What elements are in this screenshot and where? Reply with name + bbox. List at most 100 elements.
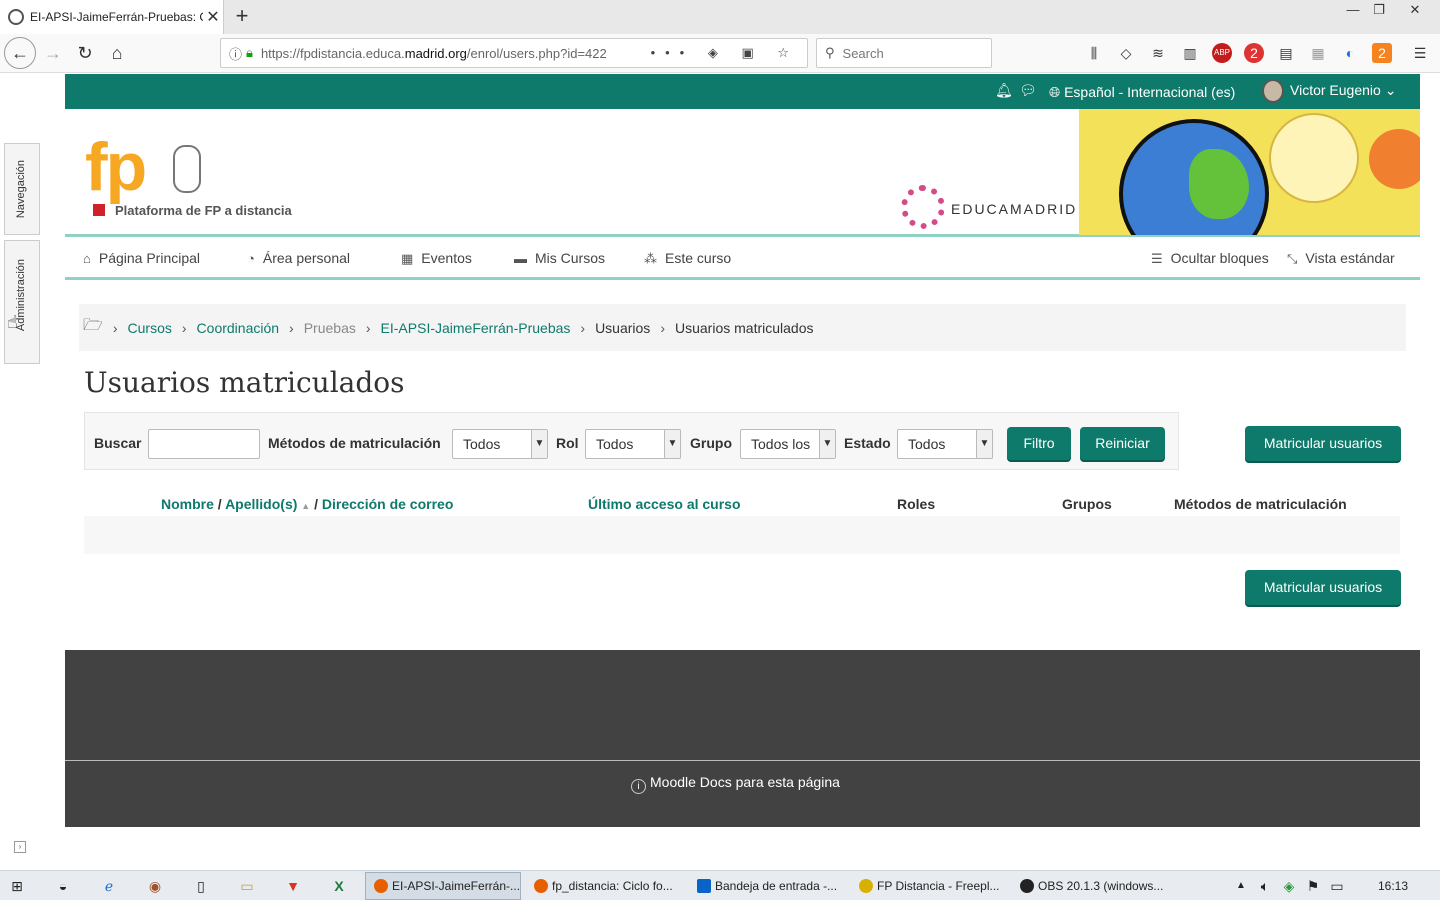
pocket-icon[interactable]: ◇ [1116, 43, 1136, 63]
sort-by-last-access-link[interactable]: Último acceso al curso [588, 496, 741, 512]
layers-icon[interactable]: ≋ [1148, 43, 1168, 63]
task-view-icon[interactable]: ◒ [52, 875, 74, 897]
page-title: Usuarios matriculados [84, 366, 405, 399]
status-select[interactable]: Todos ▼ [897, 429, 993, 459]
window-close-button[interactable]: ✕ [1398, 0, 1432, 22]
address-bar[interactable]: ⓘ 🔒︎ https://fpdistancia.educa.madrid.or… [220, 38, 808, 68]
browser-tab-active[interactable]: EI-APSI-JaimeFerrán-Pruebas: C ✕ [0, 0, 224, 34]
page-actions-icon[interactable]: ••• ◈ ▣ ☆ [651, 45, 807, 61]
bell-icon[interactable]: 🔔︎ [995, 82, 1013, 99]
breadcrumb-separator: › [112, 319, 118, 336]
taskbar-task-freeplane[interactable]: FP Distancia - Freepl... [850, 872, 1006, 900]
taskbar-clock[interactable]: 16:13 [1378, 879, 1408, 893]
nav-home[interactable]: ⌂ Página Principal [83, 250, 200, 266]
nav-my-courses[interactable]: ▬ Mis Cursos [514, 250, 605, 266]
flag-icon[interactable]: ⚑ [1302, 875, 1324, 897]
file-explorer-icon[interactable]: ▭ [236, 875, 258, 897]
navigation-drawer-tab[interactable]: Navegación [4, 143, 40, 235]
tray-expand-icon[interactable]: ▲ [1230, 875, 1252, 897]
vivaldi-icon[interactable]: ▼ [282, 875, 304, 897]
page-footer: i Moodle Docs para esta página [65, 650, 1420, 827]
briefcase-icon: ▬ [514, 251, 527, 266]
user-menu[interactable]: Victor Eugenio ⌄ [1290, 82, 1396, 99]
folder-open-icon[interactable]: 🗁︎ [83, 314, 103, 341]
info-circle-icon: i [631, 779, 646, 794]
internet-explorer-icon[interactable]: ℯ [98, 875, 120, 897]
hamburger-menu-icon[interactable]: ☰ [1410, 43, 1430, 63]
chrome-sync-icon[interactable]: ◐ [1340, 43, 1360, 63]
file-icon[interactable]: ▯ [190, 875, 212, 897]
notification-extension-icon[interactable]: 2 [1372, 43, 1392, 63]
network-icon[interactable]: ▭ [1326, 875, 1348, 897]
group-select[interactable]: Todos los ▼ [740, 429, 836, 459]
language-selector[interactable]: 🌐︎ Español - Internacional (es) [1049, 84, 1235, 101]
breadcrumb-cursos[interactable]: Cursos [128, 320, 172, 336]
breadcrumb-current: Usuarios matriculados [674, 319, 814, 336]
footer-divider [65, 760, 1420, 761]
extension-badge-icon[interactable]: 2 [1244, 43, 1264, 63]
chat-icon[interactable]: 💬︎ [1019, 82, 1037, 99]
taskbar-task-firefox-fp[interactable]: fp_distancia: Ciclo fo... [525, 872, 681, 900]
taskbar-task-firefox-moodle[interactable]: EI-APSI-JaimeFerrán-... [365, 872, 521, 900]
breadcrumb-coordinacion[interactable]: Coordinación [197, 320, 280, 336]
administration-drawer-tab[interactable]: Administración [4, 240, 40, 364]
educamadrid-logo[interactable]: EDUCAMADRID [951, 201, 1077, 217]
filter-button[interactable]: Filtro [1007, 427, 1071, 460]
home-icon: ⌂ [83, 251, 91, 266]
disk-illustration [1269, 113, 1359, 203]
container-icon[interactable]: ▤ [1276, 43, 1296, 63]
status-label: Estado [844, 435, 891, 451]
sort-by-name-link[interactable]: Nombre [161, 496, 214, 512]
taskbar-task-outlook[interactable]: Bandeja de entrada -... [688, 872, 844, 900]
hand-cursor-icon: ☝ [7, 312, 18, 332]
forward-arrow-icon[interactable]: → [38, 38, 68, 68]
breadcrumb-usuarios[interactable]: Usuarios [595, 320, 650, 336]
nav-events[interactable]: ▦ Eventos [401, 250, 472, 267]
group-label: Grupo [690, 435, 732, 451]
educamadrid-logo-icon [901, 185, 945, 229]
nav-dashboard[interactable]: ◔ Área personal [247, 250, 350, 266]
sidebar-toggle-icon[interactable]: ▥ [1180, 43, 1200, 63]
gimp-icon[interactable]: ◉ [144, 875, 166, 897]
volume-icon[interactable]: 🔈︎ [1254, 875, 1276, 897]
table-empty-row [84, 516, 1400, 554]
methods-select[interactable]: Todos ▼ [452, 429, 548, 459]
windows-start-icon[interactable]: ⊞ [6, 875, 28, 897]
tab-close-icon[interactable]: ✕ [203, 7, 223, 27]
home-button-icon[interactable]: ⌂ [102, 38, 132, 68]
enrol-users-button-top[interactable]: Matricular usuarios [1245, 426, 1401, 461]
sort-by-email-link[interactable]: Dirección de correo [322, 496, 454, 512]
window-maximize-button[interactable]: ❐ [1362, 0, 1396, 22]
security-icon[interactable]: ◈ [1278, 875, 1300, 897]
browser-tab-title: EI-APSI-JaimeFerrán-Pruebas: C [30, 10, 203, 24]
taskbar-task-obs[interactable]: OBS 20.1.3 (windows... [1011, 872, 1167, 900]
methods-label: Métodos de matriculación [268, 435, 441, 451]
new-tab-button[interactable]: + [230, 5, 254, 29]
avatar[interactable] [1262, 79, 1284, 103]
nav-this-course[interactable]: ⁂ Este curso [644, 250, 731, 267]
breadcrumb-course[interactable]: EI-APSI-JaimeFerrán-Pruebas [381, 320, 571, 336]
moodle-docs-link[interactable]: i Moodle Docs para esta página [631, 774, 840, 794]
library-icon[interactable]: ⫼ [1084, 43, 1104, 63]
breadcrumb-separator: › [365, 319, 371, 336]
sort-by-surname-link[interactable]: Apellido(s) [225, 496, 297, 512]
excel-icon[interactable]: X [328, 875, 350, 897]
search-input[interactable] [148, 429, 260, 459]
chevron-down-icon: ▼ [531, 430, 547, 458]
browser-search-input[interactable]: ⚲ Search [816, 38, 992, 68]
search-icon: ⚲ [825, 45, 835, 60]
orange-disk-illustration [1369, 129, 1420, 189]
role-select[interactable]: Todos ▼ [585, 429, 681, 459]
back-arrow-icon[interactable]: ← [4, 37, 36, 69]
reader-icon[interactable]: ▦ [1308, 43, 1328, 63]
hide-blocks-button[interactable]: ☰ Ocultar bloques [1151, 250, 1269, 267]
reload-icon[interactable]: ↻ [70, 38, 100, 68]
enrol-users-button-bottom[interactable]: Matricular usuarios [1245, 570, 1401, 605]
breadcrumb-pruebas[interactable]: Pruebas [304, 320, 356, 336]
fp-logo[interactable]: fp [85, 133, 147, 201]
info-icon[interactable]: ⓘ [229, 44, 242, 63]
standard-view-button[interactable]: ⤡ Vista estándar [1287, 250, 1395, 267]
dock-toggle-icon[interactable]: › [14, 841, 26, 853]
reset-button[interactable]: Reiniciar [1080, 427, 1165, 460]
adblock-icon[interactable]: ABP [1212, 43, 1232, 63]
